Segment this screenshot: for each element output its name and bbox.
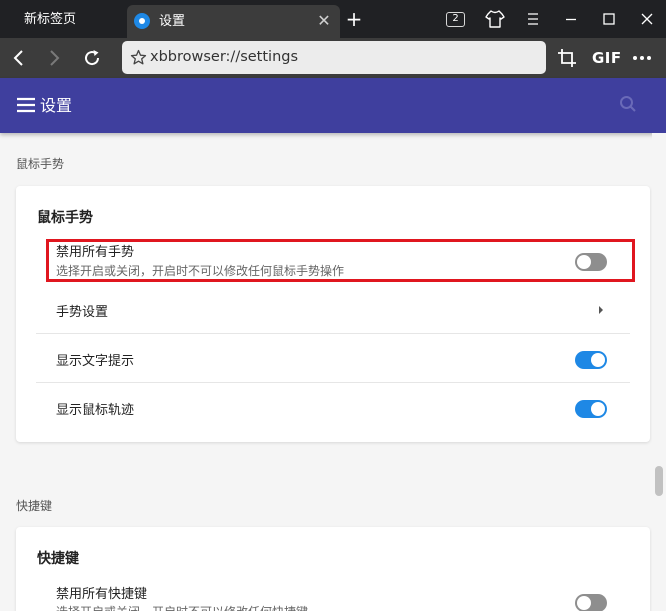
navigation-bar: xbbrowser://settings GIF — [0, 38, 666, 78]
section-label-shortcuts: 快捷键 — [16, 499, 53, 513]
tab-label: 设置 — [159, 14, 186, 29]
section-label-mouse-gestures: 鼠标手势 — [16, 157, 65, 171]
show-text-hint-toggle[interactable] — [575, 351, 607, 369]
url-text: xbbrowser://settings — [150, 49, 299, 65]
tab-settings[interactable]: 设置 ✕ — [127, 5, 340, 38]
maximize-icon[interactable] — [598, 8, 620, 30]
divider — [36, 333, 630, 334]
page-title: 设置 — [40, 96, 73, 115]
disable-all-shortcuts-title: 禁用所有快捷键 — [56, 587, 148, 602]
tab-favicon-icon — [134, 13, 150, 29]
gesture-settings-link[interactable]: 手势设置 — [56, 301, 108, 320]
toggle-knob — [577, 596, 591, 610]
search-icon[interactable] — [619, 95, 637, 113]
settings-header: 设置 — [0, 78, 666, 133]
tab-count-icon[interactable]: 2 — [446, 12, 465, 27]
star-icon[interactable] — [130, 49, 147, 66]
disable-all-shortcuts-description: 选择开启或关闭，开启时不可以修改任何快捷键 — [56, 603, 308, 611]
highlight-box — [46, 239, 635, 282]
menu-icon[interactable] — [17, 97, 35, 113]
chevron-right-icon[interactable] — [599, 306, 603, 314]
card-title: 鼠标手势 — [37, 210, 93, 226]
toggle-knob — [591, 353, 605, 367]
card-title: 快捷键 — [37, 551, 79, 567]
show-mouse-trail-title: 显示鼠标轨迹 — [56, 403, 135, 418]
divider — [36, 382, 630, 383]
show-text-hint-title: 显示文字提示 — [56, 354, 135, 369]
crop-icon[interactable] — [556, 47, 578, 69]
scrollbar-thumb[interactable] — [655, 466, 663, 496]
mouse-gestures-card: 鼠标手势 禁用所有手势 选择开启或关闭，开启时不可以修改任何鼠标手势操作 手势设… — [16, 186, 650, 442]
more-icon[interactable] — [631, 47, 653, 69]
gif-button[interactable]: GIF — [592, 47, 622, 69]
window-close-icon[interactable] — [636, 8, 658, 30]
address-bar[interactable]: xbbrowser://settings — [122, 41, 546, 74]
tab-strip: 新标签页 设置 ✕ + 2 — [0, 0, 666, 38]
tab-label: 新标签页 — [24, 12, 77, 27]
close-icon[interactable]: ✕ — [316, 13, 332, 29]
reload-icon[interactable] — [81, 47, 103, 69]
hamburger-icon[interactable] — [522, 8, 544, 30]
disable-all-shortcuts-toggle[interactable] — [575, 594, 607, 611]
back-icon[interactable] — [8, 47, 30, 69]
forward-icon[interactable] — [43, 47, 65, 69]
toggle-knob — [591, 402, 605, 416]
shirt-icon[interactable] — [484, 8, 506, 30]
tab-new-tab[interactable]: 新标签页 — [0, 0, 127, 38]
shortcuts-card: 快捷键 禁用所有快捷键 选择开启或关闭，开启时不可以修改任何快捷键 — [16, 527, 650, 611]
show-mouse-trail-toggle[interactable] — [575, 400, 607, 418]
plus-icon[interactable]: + — [344, 9, 364, 29]
scrollbar-track[interactable] — [652, 133, 666, 611]
minimize-icon[interactable] — [560, 8, 582, 30]
